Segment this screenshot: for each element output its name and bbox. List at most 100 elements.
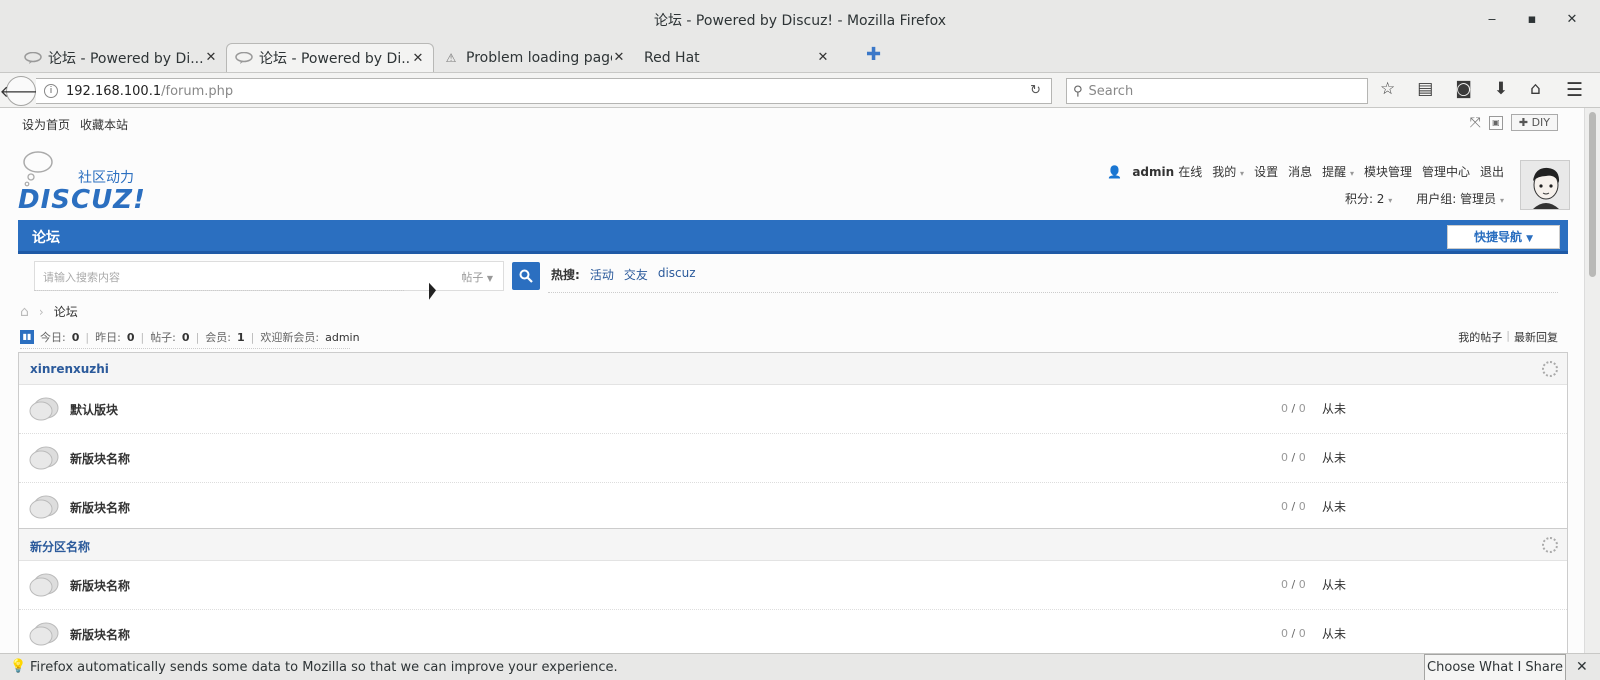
admin-center-link[interactable]: 管理中心 (1422, 163, 1470, 180)
reminders-menu[interactable]: 提醒 ▾ (1322, 163, 1354, 180)
module-management-link[interactable]: 模块管理 (1364, 163, 1412, 180)
browser-search-input[interactable]: ⚲ Search (1066, 78, 1368, 104)
close-tab-icon[interactable]: ✕ (612, 50, 626, 65)
forum-bubble-icon (29, 622, 59, 646)
navigation-toolbar: 🡐 i 192.168.100.1/forum.php ↻ ⚲ Search ☆… (0, 72, 1600, 108)
hot-link[interactable]: discuz (658, 266, 696, 283)
close-notification-icon[interactable]: ✕ (1576, 659, 1588, 675)
discuz-logo[interactable]: 社区动力 DISCUZ! (18, 150, 178, 220)
mouse-cursor (429, 282, 436, 303)
breadcrumb: ⌂ › 论坛 (20, 303, 78, 320)
forum-name-link[interactable]: 默认版块 (70, 401, 118, 418)
forum-bubble-icon (29, 495, 59, 519)
main-nav-bar: 论坛 快捷导航 ▼ (18, 220, 1568, 254)
tab-forum-2[interactable]: 论坛 - Powered by Di... ✕ (226, 43, 434, 72)
category-title[interactable]: xinrenxuzhi (30, 362, 109, 376)
search-placeholder: Search (1088, 83, 1134, 99)
address-bar[interactable]: i 192.168.100.1/forum.php ↻ (36, 78, 1052, 104)
nav-forum-tab[interactable]: 论坛 (32, 227, 60, 247)
user-icon: 👤 (1107, 164, 1123, 179)
bookmark-site-link[interactable]: 收藏本站 (80, 116, 128, 133)
pocket-icon[interactable]: ◙ (1455, 79, 1472, 99)
minimize-icon[interactable]: ‒ (1484, 0, 1500, 41)
category-panel: xinrenxuzhi 默认版块 0 / 0 从未 新版块名称 0 / 0 从未… (18, 352, 1568, 533)
hot-link[interactable]: 交友 (624, 266, 648, 283)
latest-replies-link[interactable]: 最新回复 (1514, 329, 1558, 345)
hot-searches: 热搜: 活动 交友 discuz (551, 266, 696, 283)
tab-red-hat[interactable]: Red Hat ✕ (636, 43, 838, 72)
points-menu[interactable]: 积分: 2 ▾ (1345, 190, 1392, 207)
category-title[interactable]: 新分区名称 (30, 538, 90, 555)
reload-icon[interactable]: ↻ (1030, 83, 1041, 98)
toggle-style-icon[interactable]: ▣ (1488, 115, 1503, 130)
home-icon[interactable]: ⌂ (1530, 79, 1541, 99)
discuz-favicon-icon (235, 51, 253, 65)
set-homepage-link[interactable]: 设为首页 (22, 116, 70, 133)
forum-bubble-icon (29, 397, 59, 421)
tab-title: Red Hat (644, 49, 700, 66)
notification-text: Firefox automatically sends some data to… (30, 660, 618, 675)
user-group-menu[interactable]: 用户组: 管理员 ▾ (1416, 190, 1504, 207)
search-scope-select[interactable]: 帖子 ▼ (461, 269, 493, 285)
tab-title: 论坛 - Powered by Di... (259, 51, 411, 67)
user-bar: 👤 admin 在线 我的 ▾ 设置 消息 提醒 ▾ 模块管理 管理中心 退出 (1107, 163, 1504, 180)
maximize-icon[interactable]: ▪ (1524, 0, 1540, 41)
bookmark-star-icon[interactable]: ☆ (1380, 79, 1395, 99)
messages-link[interactable]: 消息 (1288, 163, 1312, 180)
hot-link[interactable]: 活动 (590, 266, 614, 283)
diy-button[interactable]: ✚ DIY (1510, 114, 1558, 131)
close-tab-icon[interactable]: ✕ (816, 50, 830, 65)
newest-member-link[interactable]: admin (325, 331, 359, 344)
window-titlebar: 论坛 - Powered by Discuz! - Mozilla Firefo… (0, 0, 1600, 40)
scrollbar-thumb[interactable] (1589, 112, 1596, 277)
forum-row: 新版块名称 0 / 0 从未 (19, 483, 1567, 532)
hot-label: 热搜: (551, 268, 580, 282)
stats-chart-icon[interactable]: ▮▮ (20, 330, 34, 344)
vertical-scrollbar[interactable] (1584, 108, 1600, 653)
username-link[interactable]: admin (1132, 165, 1174, 179)
site-info-icon[interactable]: i (44, 84, 58, 98)
forum-bubble-icon (29, 446, 59, 470)
tab-title: Problem loading page (466, 49, 612, 66)
home-icon[interactable]: ⌂ (20, 304, 29, 320)
expand-icon[interactable]: ⤧ (1470, 115, 1481, 131)
close-tab-icon[interactable]: ✕ (204, 50, 218, 65)
discuz-favicon-icon (24, 51, 42, 65)
new-tab-plus-icon[interactable]: ✚ (866, 44, 881, 65)
forum-search-button[interactable] (512, 262, 540, 290)
forum-bubble-icon (29, 573, 59, 597)
hamburger-menu-icon[interactable]: ☰ (1566, 79, 1583, 101)
logout-link[interactable]: 退出 (1480, 163, 1504, 180)
tab-problem-loading[interactable]: ⚠ Problem loading page ✕ (434, 43, 634, 72)
choose-what-i-share-button[interactable]: Choose What I Share (1424, 654, 1566, 680)
close-tab-icon[interactable]: ✕ (411, 51, 425, 66)
quick-nav-button[interactable]: 快捷导航 ▼ (1447, 225, 1560, 249)
forum-name-link[interactable]: 新版块名称 (70, 450, 130, 467)
logo-brand: DISCUZ! (18, 185, 146, 215)
forum-name-link[interactable]: 新版块名称 (70, 577, 130, 594)
settings-link[interactable]: 设置 (1254, 163, 1278, 180)
logo-slogan: 社区动力 (78, 170, 134, 186)
last-post: 从未 (1322, 578, 1347, 592)
warning-icon: ⚠ (445, 50, 457, 65)
url-host: 192.168.100.1 (66, 83, 162, 99)
downloads-icon[interactable]: ⬇ (1494, 79, 1508, 99)
forum-name-link[interactable]: 新版块名称 (70, 499, 130, 516)
my-menu[interactable]: 我的 ▾ (1212, 163, 1244, 180)
close-window-icon[interactable]: ✕ (1564, 0, 1580, 41)
search-icon: ⚲ (1073, 83, 1083, 99)
reading-list-icon[interactable]: ▤ (1417, 79, 1433, 99)
tab-forum-1[interactable]: 论坛 - Powered by Di... ✕ (16, 43, 226, 72)
tab-title: 论坛 - Powered by Di... (48, 50, 204, 67)
online-status: 在线 (1178, 165, 1203, 179)
forum-row: 新版块名称 0 / 0 从未 (19, 561, 1567, 610)
back-arrow-icon[interactable]: 🡐 (0, 76, 42, 106)
forum-stats: ▮▮ 今日: 0 | 昨日: 0 | 帖子: 0 | 会员: 1 | 欢迎新会员: admin (20, 329, 360, 345)
last-post: 从未 (1322, 500, 1347, 514)
avatar[interactable] (1520, 160, 1570, 210)
breadcrumb-current[interactable]: 论坛 (54, 303, 78, 320)
forum-name-link[interactable]: 新版块名称 (70, 626, 130, 643)
collapse-gear-icon[interactable] (1542, 361, 1558, 377)
collapse-gear-icon[interactable] (1542, 537, 1558, 553)
my-posts-link[interactable]: 我的帖子 (1458, 329, 1502, 345)
